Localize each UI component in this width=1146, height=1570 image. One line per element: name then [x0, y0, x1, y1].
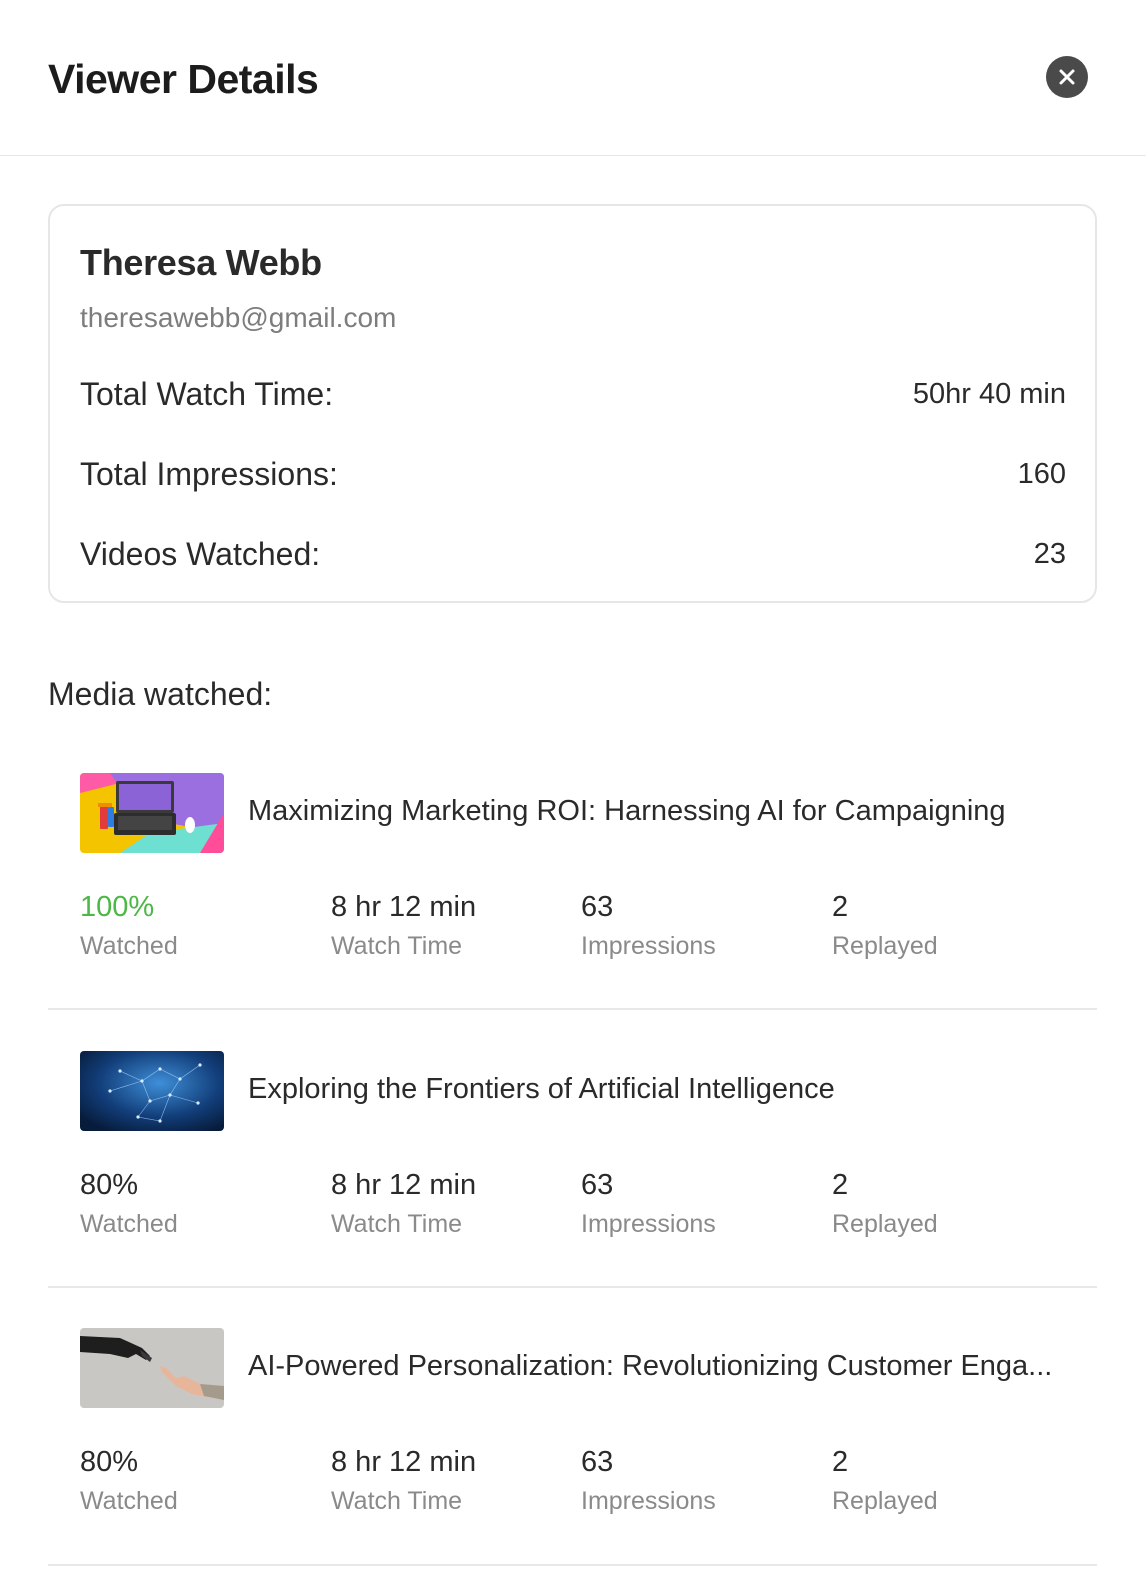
metric-label: Replayed: [832, 1210, 938, 1238]
metric-value: 8 hr 12 min: [331, 1169, 477, 1201]
metric-value: 63: [581, 891, 614, 923]
metric-watched: 80% Watched: [80, 1167, 300, 1241]
metric-impressions: 63 Impressions: [581, 1444, 801, 1518]
media-title: AI-Powered Personalization: Revolutioniz…: [248, 1350, 1053, 1382]
panel-title: Viewer Details: [48, 56, 319, 102]
metric-replayed: 2 Replayed: [832, 889, 1052, 963]
metric-label: Impressions: [581, 1210, 716, 1238]
media-title: Maximizing Marketing ROI: Harnessing AI …: [248, 795, 1006, 827]
metric-replayed: 2 Replayed: [832, 1167, 1052, 1241]
metric-watched: 100% Watched: [80, 889, 300, 963]
metric-label: Impressions: [581, 932, 716, 960]
metric-value: 63: [581, 1169, 614, 1201]
close-icon: [1059, 69, 1075, 85]
metric-label: Watched: [80, 1487, 178, 1515]
metric-watched: 80% Watched: [80, 1444, 300, 1518]
stat-value: 23: [1033, 537, 1066, 570]
ai-network-thumbnail-icon: [80, 1051, 224, 1131]
stat-row-videos-watched: Videos Watched: 23: [80, 534, 1066, 574]
metric-value: 8 hr 12 min: [331, 1446, 477, 1478]
metric-value: 63: [581, 1446, 614, 1478]
metric-value: 100%: [80, 891, 155, 923]
metric-watch-time: 8 hr 12 min Watch Time: [331, 1444, 551, 1518]
close-button[interactable]: [1046, 56, 1088, 98]
viewer-details-panel: Viewer Details Theresa Webb theresawebb@…: [0, 0, 1146, 1570]
viewer-email: theresawebb@gmail.com: [80, 302, 397, 333]
metric-value: 2: [832, 891, 849, 923]
panel-header: Viewer Details: [0, 0, 1146, 156]
viewer-name: Theresa Webb: [80, 242, 322, 283]
metric-value: 2: [832, 1446, 849, 1478]
media-title: Exploring the Frontiers of Artificial In…: [248, 1073, 835, 1105]
stat-row-total-watch-time: Total Watch Time: 50hr 40 min: [80, 374, 1066, 414]
metric-label: Watched: [80, 932, 178, 960]
metric-value: 8 hr 12 min: [331, 891, 477, 923]
stat-value: 160: [1017, 457, 1066, 490]
metric-watch-time: 8 hr 12 min Watch Time: [331, 889, 551, 963]
metric-label: Watch Time: [331, 1487, 463, 1515]
metric-impressions: 63 Impressions: [581, 889, 801, 963]
metric-label: Replayed: [832, 932, 938, 960]
metric-label: Watch Time: [331, 1210, 463, 1238]
laptop-desk-thumbnail-icon: [80, 773, 224, 853]
metric-impressions: 63 Impressions: [581, 1167, 801, 1241]
media-thumbnail: [80, 1051, 224, 1131]
metric-label: Watched: [80, 1210, 178, 1238]
media-item[interactable]: Maximizing Marketing ROI: Harnessing AI …: [48, 773, 1097, 1010]
stat-row-total-impressions: Total Impressions: 160: [80, 454, 1066, 494]
media-item[interactable]: Exploring the Frontiers of Artificial In…: [48, 1051, 1097, 1288]
stat-label: Total Impressions:: [80, 455, 338, 492]
metric-watch-time: 8 hr 12 min Watch Time: [331, 1167, 551, 1241]
viewer-summary-card: Theresa Webb theresawebb@gmail.com Total…: [48, 204, 1097, 603]
stat-label: Videos Watched:: [80, 535, 321, 572]
media-thumbnail: [80, 773, 224, 853]
metric-label: Replayed: [832, 1487, 938, 1515]
robot-human-hand-thumbnail-icon: [80, 1328, 224, 1408]
stat-value: 50hr 40 min: [912, 377, 1066, 410]
metric-value: 2: [832, 1169, 849, 1201]
stat-label: Total Watch Time:: [80, 375, 334, 412]
metric-value: 80%: [80, 1169, 139, 1201]
metric-value: 80%: [80, 1446, 139, 1478]
metric-label: Impressions: [581, 1487, 716, 1515]
media-item[interactable]: AI-Powered Personalization: Revolutioniz…: [48, 1328, 1097, 1566]
media-thumbnail: [80, 1328, 224, 1408]
metric-label: Watch Time: [331, 932, 463, 960]
metric-replayed: 2 Replayed: [832, 1444, 1052, 1518]
media-watched-heading: Media watched:: [48, 676, 273, 712]
